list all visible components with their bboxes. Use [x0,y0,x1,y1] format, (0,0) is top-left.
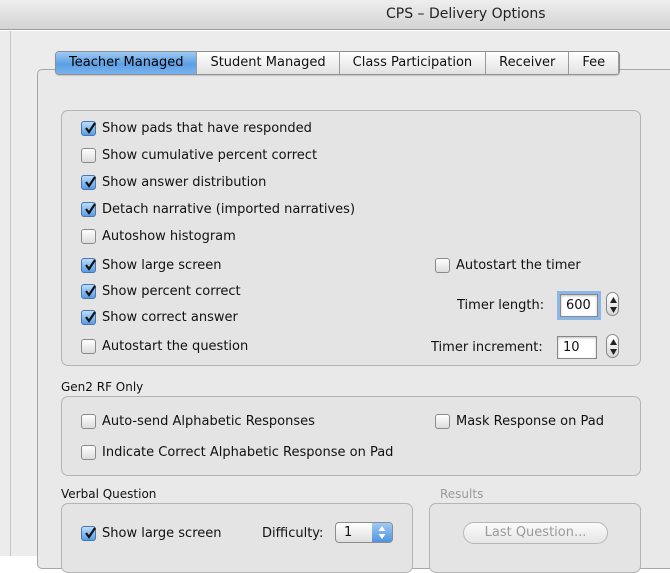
display-option-checkbox[interactable]: Autostart the question [81,339,248,354]
dialog-window: Teacher Managed Student Managed Class Pa… [0,31,670,573]
gen2-group-title: Gen2 RF Only [61,380,144,394]
checked-checkbox-icon [81,310,96,325]
display-option-label: Autoshow histogram [102,229,236,244]
display-option-checkbox[interactable]: Show answer distribution [81,175,266,190]
display-option-checkbox[interactable]: Show large screen [81,258,222,273]
checkbox-box [81,526,96,541]
checked-checkbox-icon [81,175,96,190]
difficulty-select[interactable]: 1 [335,522,393,543]
indicate-correct-label: Indicate Correct Alphabetic Response on … [102,445,394,460]
tab-student-managed[interactable]: Student Managed [197,52,340,74]
checked-checkbox-icon [81,202,96,217]
autostart-timer-label: Autostart the timer [456,258,581,273]
timer-length-field[interactable]: 600 [557,291,601,320]
difficulty-value: 1 [344,525,353,540]
display-option-label: Show correct answer [102,310,238,325]
window-edge [10,31,11,556]
checkbox-box [435,414,450,429]
auto-send-checkbox[interactable]: Auto-send Alphabetic Responses [81,414,315,429]
difficulty-label: Difficulty: [262,526,324,541]
checkmark-icon [85,259,96,271]
checkmark-icon [85,122,96,134]
mask-response-checkbox[interactable]: Mask Response on Pad [435,414,604,429]
tab-teacher-managed[interactable]: Teacher Managed [56,52,198,74]
checkbox-box [435,258,450,273]
tab-bar: Teacher Managed Student Managed Class Pa… [55,51,621,75]
title-bar[interactable]: CPS – Delivery Options [0,0,670,30]
verbal-group-title: Verbal Question [61,487,157,501]
display-option-checkbox[interactable]: Show cumulative percent correct [81,148,317,163]
display-option-label: Show percent correct [102,284,241,299]
results-group-title: Results [440,487,484,501]
display-option-checkbox[interactable]: Autoshow histogram [81,229,236,244]
checkmark-icon [85,285,96,297]
window-title: CPS – Delivery Options [386,6,546,22]
display-option-checkbox[interactable]: Show percent correct [81,284,241,299]
stepper-up-icon [610,339,617,345]
checked-checkbox-icon [81,284,96,299]
stepper-down-icon [610,307,617,313]
checkmark-icon [85,311,96,323]
gen2-group [61,396,641,476]
display-option-label: Autostart the question [102,339,249,354]
display-option-checkbox[interactable]: Show correct answer [81,310,238,325]
unchecked-checkbox-icon [81,339,96,354]
timer-increment-stepper[interactable] [606,334,619,358]
display-option-label: Detach narrative (imported narratives) [102,202,356,217]
stepper-down-icon [610,349,617,355]
unchecked-checkbox-icon [81,148,96,163]
timer-increment-field[interactable]: 10 [557,336,597,359]
unchecked-checkbox-icon [81,229,96,244]
display-option-label: Show cumulative percent correct [102,148,318,163]
mask-response-label: Mask Response on Pad [456,414,604,429]
tab-feedback[interactable]: Fee [569,52,620,74]
checkmark-icon [85,176,96,188]
last-question-button[interactable]: Last Question... [463,522,608,544]
checkmark-icon [85,203,96,215]
timer-length-label: Timer length: [457,298,545,313]
display-option-label: Show answer distribution [102,175,267,190]
display-option-checkbox[interactable]: Detach narrative (imported narratives) [81,202,355,217]
display-option-label: Show large screen [102,258,222,273]
display-option-label: Show pads that have responded [102,121,312,136]
display-option-checkbox[interactable]: Show pads that have responded [81,121,312,136]
checkmark-icon [85,527,96,539]
checkbox-box [81,414,96,429]
timer-length-stepper[interactable] [606,292,619,316]
verbal-large-screen-checkbox[interactable]: Show large screen [81,526,222,541]
popup-arrows-icon [372,523,392,542]
tab-class-participation[interactable]: Class Participation [340,52,487,74]
autostart-timer-checkbox[interactable]: Autostart the timer [435,258,581,273]
indicate-correct-checkbox[interactable]: Indicate Correct Alphabetic Response on … [81,445,393,460]
tab-receiver[interactable]: Receiver [486,52,570,74]
stepper-up-icon [610,297,617,303]
timer-increment-label: Timer increment: [431,340,543,355]
checkbox-box [81,445,96,460]
auto-send-label: Auto-send Alphabetic Responses [102,414,315,429]
checked-checkbox-icon [81,121,96,136]
checked-checkbox-icon [81,258,96,273]
verbal-large-screen-label: Show large screen [102,526,222,541]
